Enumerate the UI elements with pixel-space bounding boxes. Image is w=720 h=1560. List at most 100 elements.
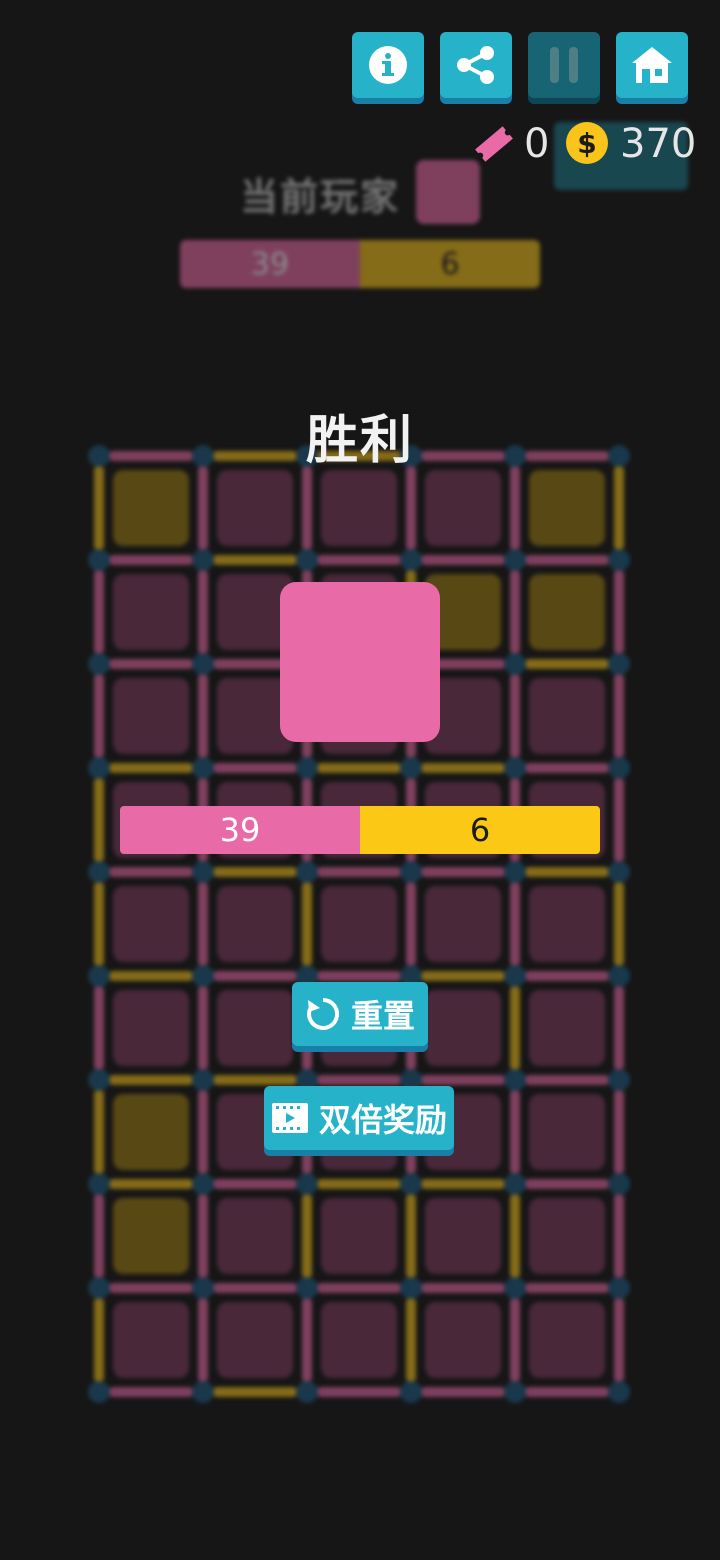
board-edge-vertical	[302, 882, 312, 966]
board-dot	[504, 1381, 526, 1403]
board-cell	[113, 470, 189, 546]
double-reward-button[interactable]: 双倍奖励	[264, 1086, 454, 1150]
board-edge-vertical	[302, 466, 312, 550]
board-edge-vertical	[406, 1194, 416, 1278]
board-cell	[217, 470, 293, 546]
reset-button[interactable]: 重置	[292, 982, 428, 1046]
board-cell	[529, 886, 605, 962]
board-cell	[425, 990, 501, 1066]
reset-icon	[307, 997, 340, 1030]
board-edge-horizontal	[317, 763, 401, 773]
board-edge-vertical	[614, 778, 624, 862]
board-edge-horizontal	[317, 971, 401, 981]
board-dot	[192, 965, 214, 987]
board-cell	[113, 574, 189, 650]
board-edge-horizontal	[317, 1179, 401, 1189]
board-dot	[504, 1069, 526, 1091]
board-dot	[88, 1381, 110, 1403]
board-edge-vertical	[94, 882, 104, 966]
board-edge-horizontal	[109, 1075, 193, 1085]
board-edge-horizontal	[213, 971, 297, 981]
game-board	[0, 0, 720, 1560]
board-edge-vertical	[510, 882, 520, 966]
ticket-icon	[475, 126, 513, 162]
board-edge-vertical	[198, 466, 208, 550]
board-cell	[217, 1302, 293, 1378]
board-edge-horizontal	[525, 555, 609, 565]
home-button[interactable]	[616, 32, 688, 98]
header-score-bar: 39 6	[180, 240, 540, 288]
board-dot	[504, 653, 526, 675]
coin-icon: $	[566, 122, 608, 164]
board-edge-vertical	[198, 570, 208, 654]
board-edge-horizontal	[317, 1075, 401, 1085]
final-score-pink: 39	[120, 806, 360, 854]
board-edge-vertical	[510, 674, 520, 758]
board-cell	[217, 1198, 293, 1274]
board-edge-vertical	[94, 466, 104, 550]
board-edge-vertical	[198, 1194, 208, 1278]
board-edge-horizontal	[525, 1075, 609, 1085]
board-dot	[88, 1173, 110, 1195]
board-edge-horizontal	[213, 1387, 297, 1397]
board-edge-horizontal	[109, 659, 193, 669]
board-edge-horizontal	[421, 1075, 505, 1085]
board-edge-vertical	[94, 674, 104, 758]
board-edge-vertical	[406, 466, 416, 550]
board-dot	[296, 549, 318, 571]
board-edge-vertical	[302, 1298, 312, 1382]
board-dot	[88, 653, 110, 675]
board-cell	[425, 470, 501, 546]
board-dot	[504, 549, 526, 571]
board-edge-horizontal	[317, 1387, 401, 1397]
board-cell	[321, 470, 397, 546]
board-cell	[529, 574, 605, 650]
board-edge-horizontal	[525, 867, 609, 877]
info-button[interactable]	[352, 32, 424, 98]
board-edge-vertical	[510, 570, 520, 654]
board-dot	[192, 1069, 214, 1091]
board-cell	[529, 1302, 605, 1378]
board-dot	[88, 1277, 110, 1299]
board-cell	[113, 678, 189, 754]
board-cell	[529, 470, 605, 546]
board-dot	[608, 965, 630, 987]
board-edge-vertical	[198, 1090, 208, 1174]
board-edge-vertical	[94, 1194, 104, 1278]
board-edge-vertical	[510, 1090, 520, 1174]
pause-button[interactable]	[528, 32, 600, 98]
share-button[interactable]	[440, 32, 512, 98]
board-edge-vertical	[198, 882, 208, 966]
coin-count: 370	[620, 121, 697, 167]
board-edge-horizontal	[317, 1283, 401, 1293]
board-dot	[608, 1381, 630, 1403]
board-cell	[425, 1198, 501, 1274]
board-dot	[608, 757, 630, 779]
board-dot	[608, 861, 630, 883]
board-dot	[192, 1381, 214, 1403]
board-dot	[504, 861, 526, 883]
board-dot	[88, 861, 110, 883]
board-dot	[400, 861, 422, 883]
board-dot	[504, 965, 526, 987]
board-cell	[529, 1198, 605, 1274]
board-dot	[192, 861, 214, 883]
board-dot	[296, 1173, 318, 1195]
board-dot	[192, 653, 214, 675]
board-edge-horizontal	[109, 555, 193, 565]
header-score-pink: 39	[180, 240, 360, 288]
board-dot	[400, 1381, 422, 1403]
board-edge-vertical	[614, 882, 624, 966]
board-edge-horizontal	[109, 1283, 193, 1293]
board-dot	[296, 757, 318, 779]
board-dot	[400, 757, 422, 779]
winner-color-swatch	[280, 582, 440, 742]
board-dot	[504, 757, 526, 779]
board-dot	[296, 861, 318, 883]
board-dot	[504, 1173, 526, 1195]
board-edge-horizontal	[421, 555, 505, 565]
board-cell	[529, 678, 605, 754]
board-dot	[88, 757, 110, 779]
board-edge-horizontal	[525, 659, 609, 669]
board-edge-vertical	[614, 1090, 624, 1174]
